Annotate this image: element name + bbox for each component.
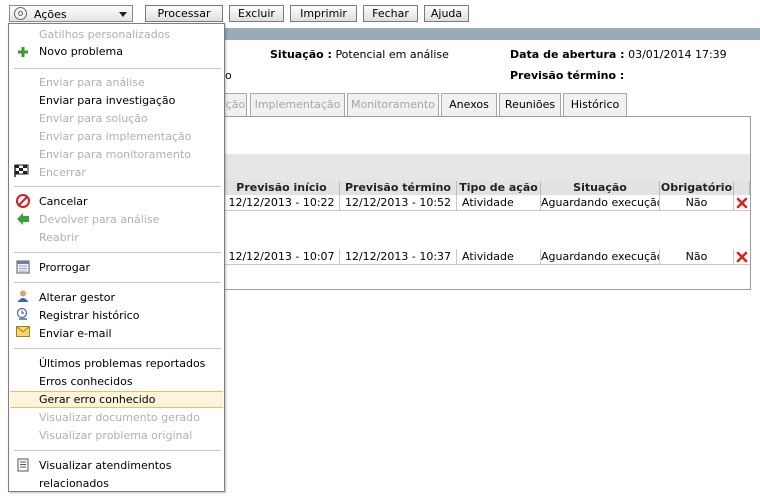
previsao-label: Previsão término : xyxy=(510,69,625,82)
menu-item-visualizar-documento: Visualizar documento gerado xyxy=(39,411,200,424)
menu-item-enviar-solucao: Enviar para solução xyxy=(39,112,148,125)
situacao-value: Potencial em análise xyxy=(335,48,449,61)
excluir-button[interactable]: Excluir xyxy=(229,5,284,22)
table-row-2-delete-cell xyxy=(734,249,750,265)
table-row-1-inicio: 12/12/2013 - 10:22 xyxy=(224,195,340,211)
actions-menu: Gatilhos personalizados Novo problema En… xyxy=(8,23,225,492)
col-delete xyxy=(734,181,750,195)
abertura-field: Data de abertura : 03/01/2014 17:39 xyxy=(510,48,727,61)
col-situacao[interactable]: Situação xyxy=(541,181,660,195)
menu-item-encerrar: Encerrar xyxy=(39,166,86,179)
chevron-down-icon xyxy=(119,12,127,17)
tab-anexos[interactable]: Anexos xyxy=(441,93,497,116)
user-icon xyxy=(17,290,29,302)
situacao-field: Situação : Potencial em análise xyxy=(270,48,449,61)
tab-monitoramento: Monitoramento xyxy=(347,93,439,116)
situacao-label: Situação : xyxy=(270,48,332,61)
table-row-1-situacao: Aguardando execução xyxy=(541,195,660,211)
menu-separator xyxy=(14,450,221,451)
menu-separator xyxy=(14,68,221,69)
tab-implementacao: Implementação xyxy=(250,93,345,116)
cancel-icon xyxy=(16,194,30,208)
table-row-2-obrigatorio: Não xyxy=(660,249,734,265)
document-list-icon xyxy=(17,458,29,472)
header-partial-text: o xyxy=(225,69,232,82)
finish-flag-icon xyxy=(14,164,29,177)
menu-item-enviar-monitoramento: Enviar para monitoramento xyxy=(39,148,192,161)
ajuda-button[interactable]: Ajuda xyxy=(424,5,469,22)
abertura-value: 03/01/2014 17:39 xyxy=(628,48,727,61)
tab-reunioes[interactable]: Reuniões xyxy=(499,93,561,116)
history-icon xyxy=(16,307,28,320)
table-row-2-inicio: 12/12/2013 - 10:07 xyxy=(224,249,340,265)
tab-partial: ção xyxy=(224,93,247,116)
group-header-bar xyxy=(224,154,750,181)
table-row-2-tipo: Atividade xyxy=(457,249,541,265)
menu-separator xyxy=(14,348,221,349)
abertura-label: Data de abertura : xyxy=(510,48,625,61)
table-row-1-obrigatorio: Não xyxy=(660,195,734,211)
menu-item-registrar-historico[interactable]: Registrar histórico xyxy=(39,309,139,323)
back-arrow-icon xyxy=(17,213,29,225)
menu-item-enviar-email[interactable]: Enviar e-mail xyxy=(39,327,112,341)
menu-item-enviar-implementacao: Enviar para implementação xyxy=(39,130,192,143)
table-row-1-termino: 12/12/2013 - 10:52 xyxy=(340,195,457,211)
menu-item-novo-problema[interactable]: Novo problema xyxy=(39,45,123,59)
actions-dropdown[interactable]: Ações xyxy=(9,5,133,22)
table-row-2-situacao: Aguardando execução xyxy=(541,249,660,265)
menu-separator xyxy=(14,282,221,283)
delete-icon[interactable] xyxy=(736,251,748,263)
menu-separator xyxy=(14,252,221,253)
col-previsao-inicio[interactable]: Previsão início xyxy=(224,181,340,195)
plus-icon xyxy=(18,47,28,57)
delete-icon[interactable] xyxy=(736,197,748,209)
menu-item-ultimos-problemas[interactable]: Últimos problemas reportados xyxy=(39,357,205,371)
menu-item-gatilhos: Gatilhos personalizados xyxy=(39,28,171,41)
imprimir-button[interactable]: Imprimir xyxy=(290,5,357,22)
previsao-field: Previsão término : xyxy=(510,69,624,82)
menu-item-alterar-gestor[interactable]: Alterar gestor xyxy=(39,291,115,305)
menu-item-gerar-erro-conhecido[interactable]: Gerar erro conhecido xyxy=(39,393,155,407)
menu-item-prorrogar[interactable]: Prorrogar xyxy=(39,261,90,275)
menu-item-erros-conhecidos[interactable]: Erros conhecidos xyxy=(39,375,133,389)
menu-item-enviar-investigacao[interactable]: Enviar para investigação xyxy=(39,94,175,108)
menu-separator xyxy=(14,186,221,187)
header-band xyxy=(224,28,760,40)
processar-button[interactable]: Processar xyxy=(145,5,223,22)
fechar-button[interactable]: Fechar xyxy=(363,5,418,22)
menu-item-enviar-analise: Enviar para análise xyxy=(39,76,145,89)
table-row-1-tipo: Atividade xyxy=(457,195,541,211)
col-tipo-acao[interactable]: Tipo de ação xyxy=(457,181,541,195)
menu-item-devolver-analise: Devolver para análise xyxy=(39,213,160,226)
menu-item-visualizar-problema-original: Visualizar problema original xyxy=(39,429,193,442)
header-panel xyxy=(224,40,760,86)
menu-item-visualizar-atendimentos[interactable]: Visualizar atendimentos xyxy=(39,459,172,473)
tab-historico[interactable]: Histórico xyxy=(563,93,627,116)
actions-dropdown-label: Ações xyxy=(34,8,67,21)
col-obrigatorio[interactable]: Obrigatório xyxy=(660,181,734,195)
menu-item-cancelar[interactable]: Cancelar xyxy=(39,195,88,209)
envelope-icon xyxy=(16,326,30,337)
menu-item-reabrir: Reabrir xyxy=(39,231,79,244)
table-row-1-delete-cell xyxy=(734,195,750,211)
menu-item-visualizar-atendimentos-line2[interactable]: relacionados xyxy=(39,477,109,491)
gear-icon xyxy=(14,7,27,20)
col-previsao-termino[interactable]: Previsão término xyxy=(340,181,457,195)
calendar-icon xyxy=(16,260,30,274)
table-row-2-termino: 12/12/2013 - 10:37 xyxy=(340,249,457,265)
